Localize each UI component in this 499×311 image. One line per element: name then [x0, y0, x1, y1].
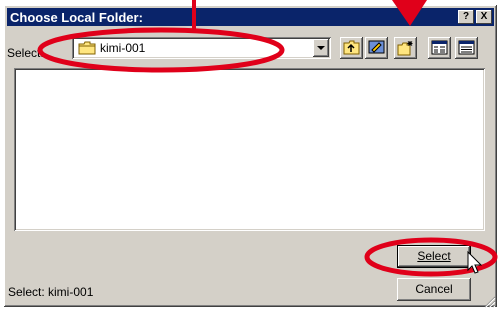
- list-view-icon: [431, 40, 448, 55]
- cancel-button[interactable]: Cancel: [397, 278, 471, 301]
- list-view-button[interactable]: [428, 37, 451, 59]
- help-button[interactable]: ?: [458, 10, 474, 24]
- select-button[interactable]: Select: [397, 245, 471, 268]
- up-folder-button[interactable]: [340, 37, 363, 59]
- select-button-label: Select: [417, 249, 451, 263]
- chevron-down-icon[interactable]: [313, 39, 329, 57]
- dialog-title: Choose Local Folder:: [10, 9, 143, 25]
- location-label: Select:: [7, 46, 44, 60]
- desktop-icon: [368, 40, 385, 54]
- folder-combobox[interactable]: kimi-001: [72, 37, 331, 59]
- details-view-icon: [458, 40, 475, 55]
- folder-icon: [78, 41, 96, 58]
- up-folder-icon: [343, 40, 360, 55]
- desktop-button[interactable]: [365, 37, 388, 59]
- new-folder-button[interactable]: [394, 37, 417, 59]
- close-button[interactable]: X: [476, 10, 492, 24]
- current-folder-value: kimi-001: [100, 41, 146, 55]
- resize-grip-icon[interactable]: [484, 296, 496, 308]
- new-folder-icon: [397, 41, 413, 56]
- title-bar: Choose Local Folder: ? X: [7, 8, 494, 26]
- status-text: Select: kimi-001: [8, 285, 94, 299]
- details-view-button[interactable]: [455, 37, 478, 59]
- folder-list[interactable]: [14, 68, 485, 231]
